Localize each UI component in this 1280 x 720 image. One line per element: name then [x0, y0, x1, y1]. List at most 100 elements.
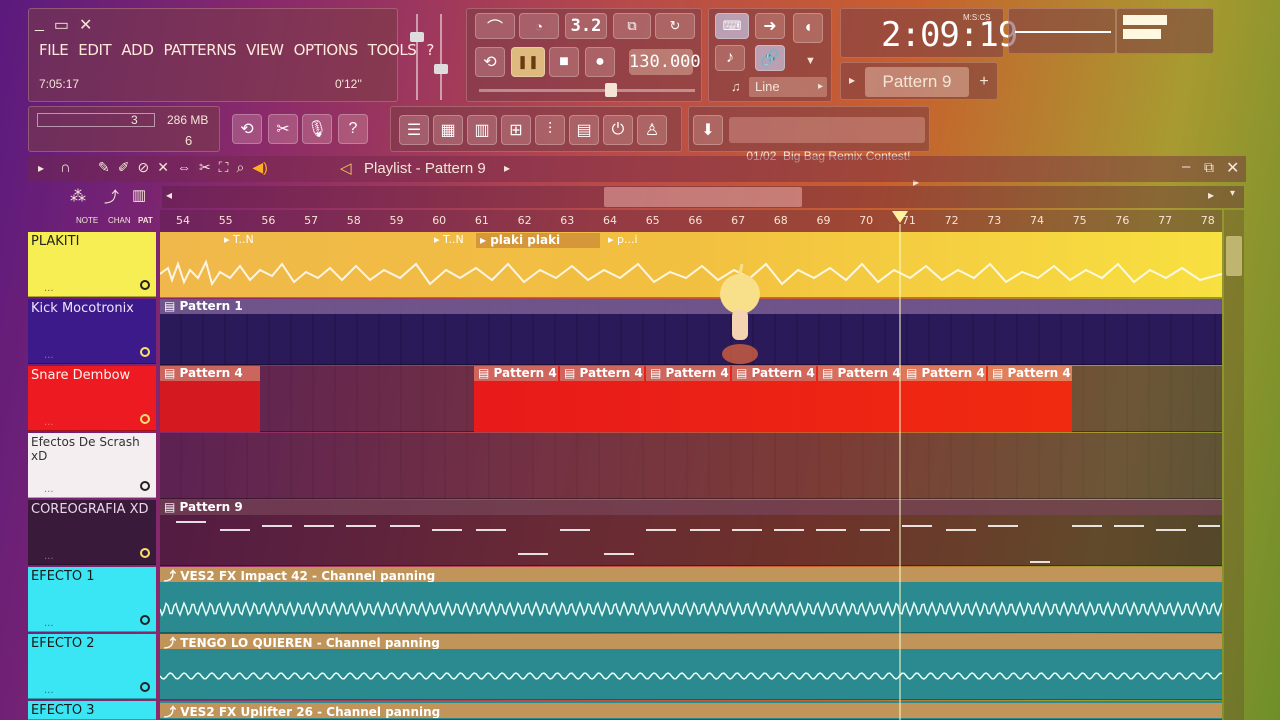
minimize-icon[interactable]: _: [35, 15, 44, 35]
playback-icon[interactable]: ◀): [252, 159, 267, 176]
waveform-icon[interactable]: ⁂: [70, 186, 86, 206]
channel-rack-icon[interactable]: ▦: [433, 115, 463, 145]
menu-tools[interactable]: TOOLS: [368, 41, 417, 59]
pattern-song-toggle[interactable]: ⟲: [475, 47, 505, 77]
menu-add[interactable]: ADD: [121, 41, 154, 59]
chevron-left-icon[interactable]: ◂: [166, 188, 172, 202]
track-select-dot[interactable]: [140, 280, 150, 290]
minimize-icon[interactable]: –: [1182, 158, 1190, 175]
pattern-select[interactable]: Pattern 9: [865, 67, 969, 97]
track-header-snare[interactable]: Snare Dembow...: [28, 366, 156, 431]
clip-efecto3[interactable]: ⤴ VES2 FX Uplifter 26 - Channel panning: [160, 703, 1222, 718]
track-header-kick[interactable]: Kick Mocotronix...: [28, 299, 156, 364]
recording-icon[interactable]: ◖: [793, 13, 823, 43]
clip-kick[interactable]: ▤ Pattern 1: [160, 299, 1222, 314]
menu-edit[interactable]: EDIT: [78, 41, 111, 59]
track-select-dot[interactable]: [140, 682, 150, 692]
zoom-icon[interactable]: ⌕: [236, 159, 244, 176]
clip-snare[interactable]: ▤ Pattern 4: [160, 366, 260, 381]
track-header-efecto3[interactable]: EFECTO 3: [28, 701, 156, 720]
master-volume-slider[interactable]: [410, 14, 424, 100]
menu-patterns[interactable]: PATTERNS: [163, 41, 236, 59]
tempo-slider-thumb[interactable]: [605, 83, 617, 97]
step-arrow-icon[interactable]: ➜: [755, 13, 785, 39]
help-icon[interactable]: ?: [338, 114, 368, 144]
maximize-icon[interactable]: ▭: [54, 15, 69, 35]
automation-icon[interactable]: ⤴: [104, 186, 119, 207]
menu-help[interactable]: ?: [426, 41, 434, 59]
lane-plakiti[interactable]: ▸ T..N ▸ T..N ▸ plaki plaki ▸ p...i: [160, 232, 1222, 298]
clip-coreografia[interactable]: ▤ Pattern 9: [160, 500, 1222, 515]
track-select-dot[interactable]: [140, 548, 150, 558]
menu-file[interactable]: FILE: [39, 41, 69, 59]
cut-tools-icon[interactable]: ✂: [268, 114, 298, 144]
track-header-efecto1[interactable]: EFECTO 1...: [28, 567, 156, 632]
close-icon[interactable]: ✕: [1226, 158, 1239, 178]
magnet-icon[interactable]: ∩: [60, 159, 71, 176]
tempo-slider[interactable]: [479, 89, 695, 92]
track-header-efectos[interactable]: Efectos De Scrash xD...: [28, 433, 156, 498]
lane-coreografia[interactable]: ▤ Pattern 9: [160, 500, 1222, 566]
clip-efecto2[interactable]: ⤴ TENGO LO QUIEREN - Channel panning: [160, 634, 1222, 649]
menu-options[interactable]: OPTIONS: [294, 41, 359, 59]
lane-efecto1[interactable]: ⤴ VES2 FX Impact 42 - Channel panning: [160, 567, 1222, 633]
clip-snare[interactable]: ▤ Pattern 4: [474, 366, 558, 381]
help-person-icon[interactable]: ♙: [637, 115, 667, 145]
tempo-display[interactable]: 130.000: [629, 49, 701, 75]
lane-kick[interactable]: ▤ Pattern 1: [160, 299, 1222, 365]
link-icon[interactable]: 🔗: [755, 45, 785, 71]
lane-efectos[interactable]: [160, 433, 1222, 499]
chevron-right-icon[interactable]: ▸: [504, 161, 510, 175]
mode-pat[interactable]: PAT: [138, 216, 153, 225]
lane-efecto2[interactable]: ⤴ TENGO LO QUIEREN - Channel panning: [160, 634, 1222, 700]
loop-record-icon[interactable]: ↻: [655, 13, 695, 39]
track-header-efecto2[interactable]: EFECTO 2...: [28, 634, 156, 699]
download-icon[interactable]: ⬇: [693, 115, 723, 145]
wait-input-icon[interactable]: ◔: [519, 13, 559, 39]
typing-keyboard-icon[interactable]: ⌨: [715, 13, 749, 39]
metronome-icon[interactable]: ⌒: [475, 13, 515, 39]
stop-button[interactable]: ■: [549, 47, 579, 77]
clip-snare[interactable]: ▤ Pattern 4: [818, 366, 902, 381]
piano-roll-icon[interactable]: ▥: [467, 115, 497, 145]
track-select-dot[interactable]: [140, 481, 150, 491]
step-edit-icon[interactable]: ⧉: [613, 13, 651, 39]
snap-select[interactable]: Line ▸: [749, 77, 827, 97]
mute-icon[interactable]: ✕: [157, 159, 169, 176]
paint-icon[interactable]: ✐: [118, 159, 130, 176]
chevron-right-icon[interactable]: ▸: [1208, 188, 1214, 202]
chevron-down-icon[interactable]: ▾: [1230, 188, 1235, 199]
playhead-marker[interactable]: [892, 211, 908, 223]
track-header-coreografia[interactable]: COREOGRAFIA XD...: [28, 500, 156, 565]
mixer-icon[interactable]: ⫶: [535, 115, 565, 145]
clip-snare[interactable]: ▤ Pattern 4: [902, 366, 986, 381]
maximize-icon[interactable]: ⧉: [1204, 159, 1214, 176]
pause-button[interactable]: ❚❚: [511, 47, 545, 77]
vertical-scrollbar-thumb[interactable]: [1226, 236, 1242, 276]
browser-icon[interactable]: ⊞: [501, 115, 531, 145]
chevron-down-icon[interactable]: ▼: [805, 55, 816, 67]
project-browser-icon[interactable]: ▤: [569, 115, 599, 145]
song-position-clock[interactable]: 2:09:19: [881, 15, 1018, 55]
vertical-scrollbar[interactable]: [1224, 210, 1244, 720]
clip-efecto1[interactable]: ⤴ VES2 FX Impact 42 - Channel panning: [160, 567, 1222, 582]
news-ticker[interactable]: 01/02 Big Bag Remix Contest! ▸: [729, 117, 925, 189]
microphone-icon[interactable]: 🎙: [302, 114, 332, 144]
track-select-dot[interactable]: [140, 615, 150, 625]
lane-efecto3[interactable]: ⤴ VES2 FX Uplifter 26 - Channel panning: [160, 701, 1222, 720]
blend-notes-icon[interactable]: ♪: [715, 45, 745, 71]
master-pitch-slider[interactable]: [434, 14, 448, 100]
slice-icon[interactable]: ✂: [199, 159, 211, 176]
slip-icon[interactable]: ⇔: [177, 159, 191, 176]
lane-snare[interactable]: ▤ Pattern 4 ▤ Pattern 4 ▤ Pattern 4 ▤ Pa…: [160, 366, 1222, 432]
horizontal-scrollbar[interactable]: ◂ ▸ ▾: [162, 186, 1244, 208]
clip-snare[interactable]: ▤ Pattern 4: [560, 366, 644, 381]
track-header-plakiti[interactable]: PLAKITI...: [28, 232, 156, 297]
delete-icon[interactable]: ⊘: [137, 159, 149, 176]
playlist-icon[interactable]: ☰: [399, 115, 429, 145]
pencil-icon[interactable]: ✎: [98, 159, 110, 176]
mode-chan[interactable]: CHAN: [108, 216, 131, 225]
menu-view[interactable]: VIEW: [246, 41, 284, 59]
clip-snare[interactable]: ▤ Pattern 4: [988, 366, 1072, 381]
record-button[interactable]: ●: [585, 47, 615, 77]
